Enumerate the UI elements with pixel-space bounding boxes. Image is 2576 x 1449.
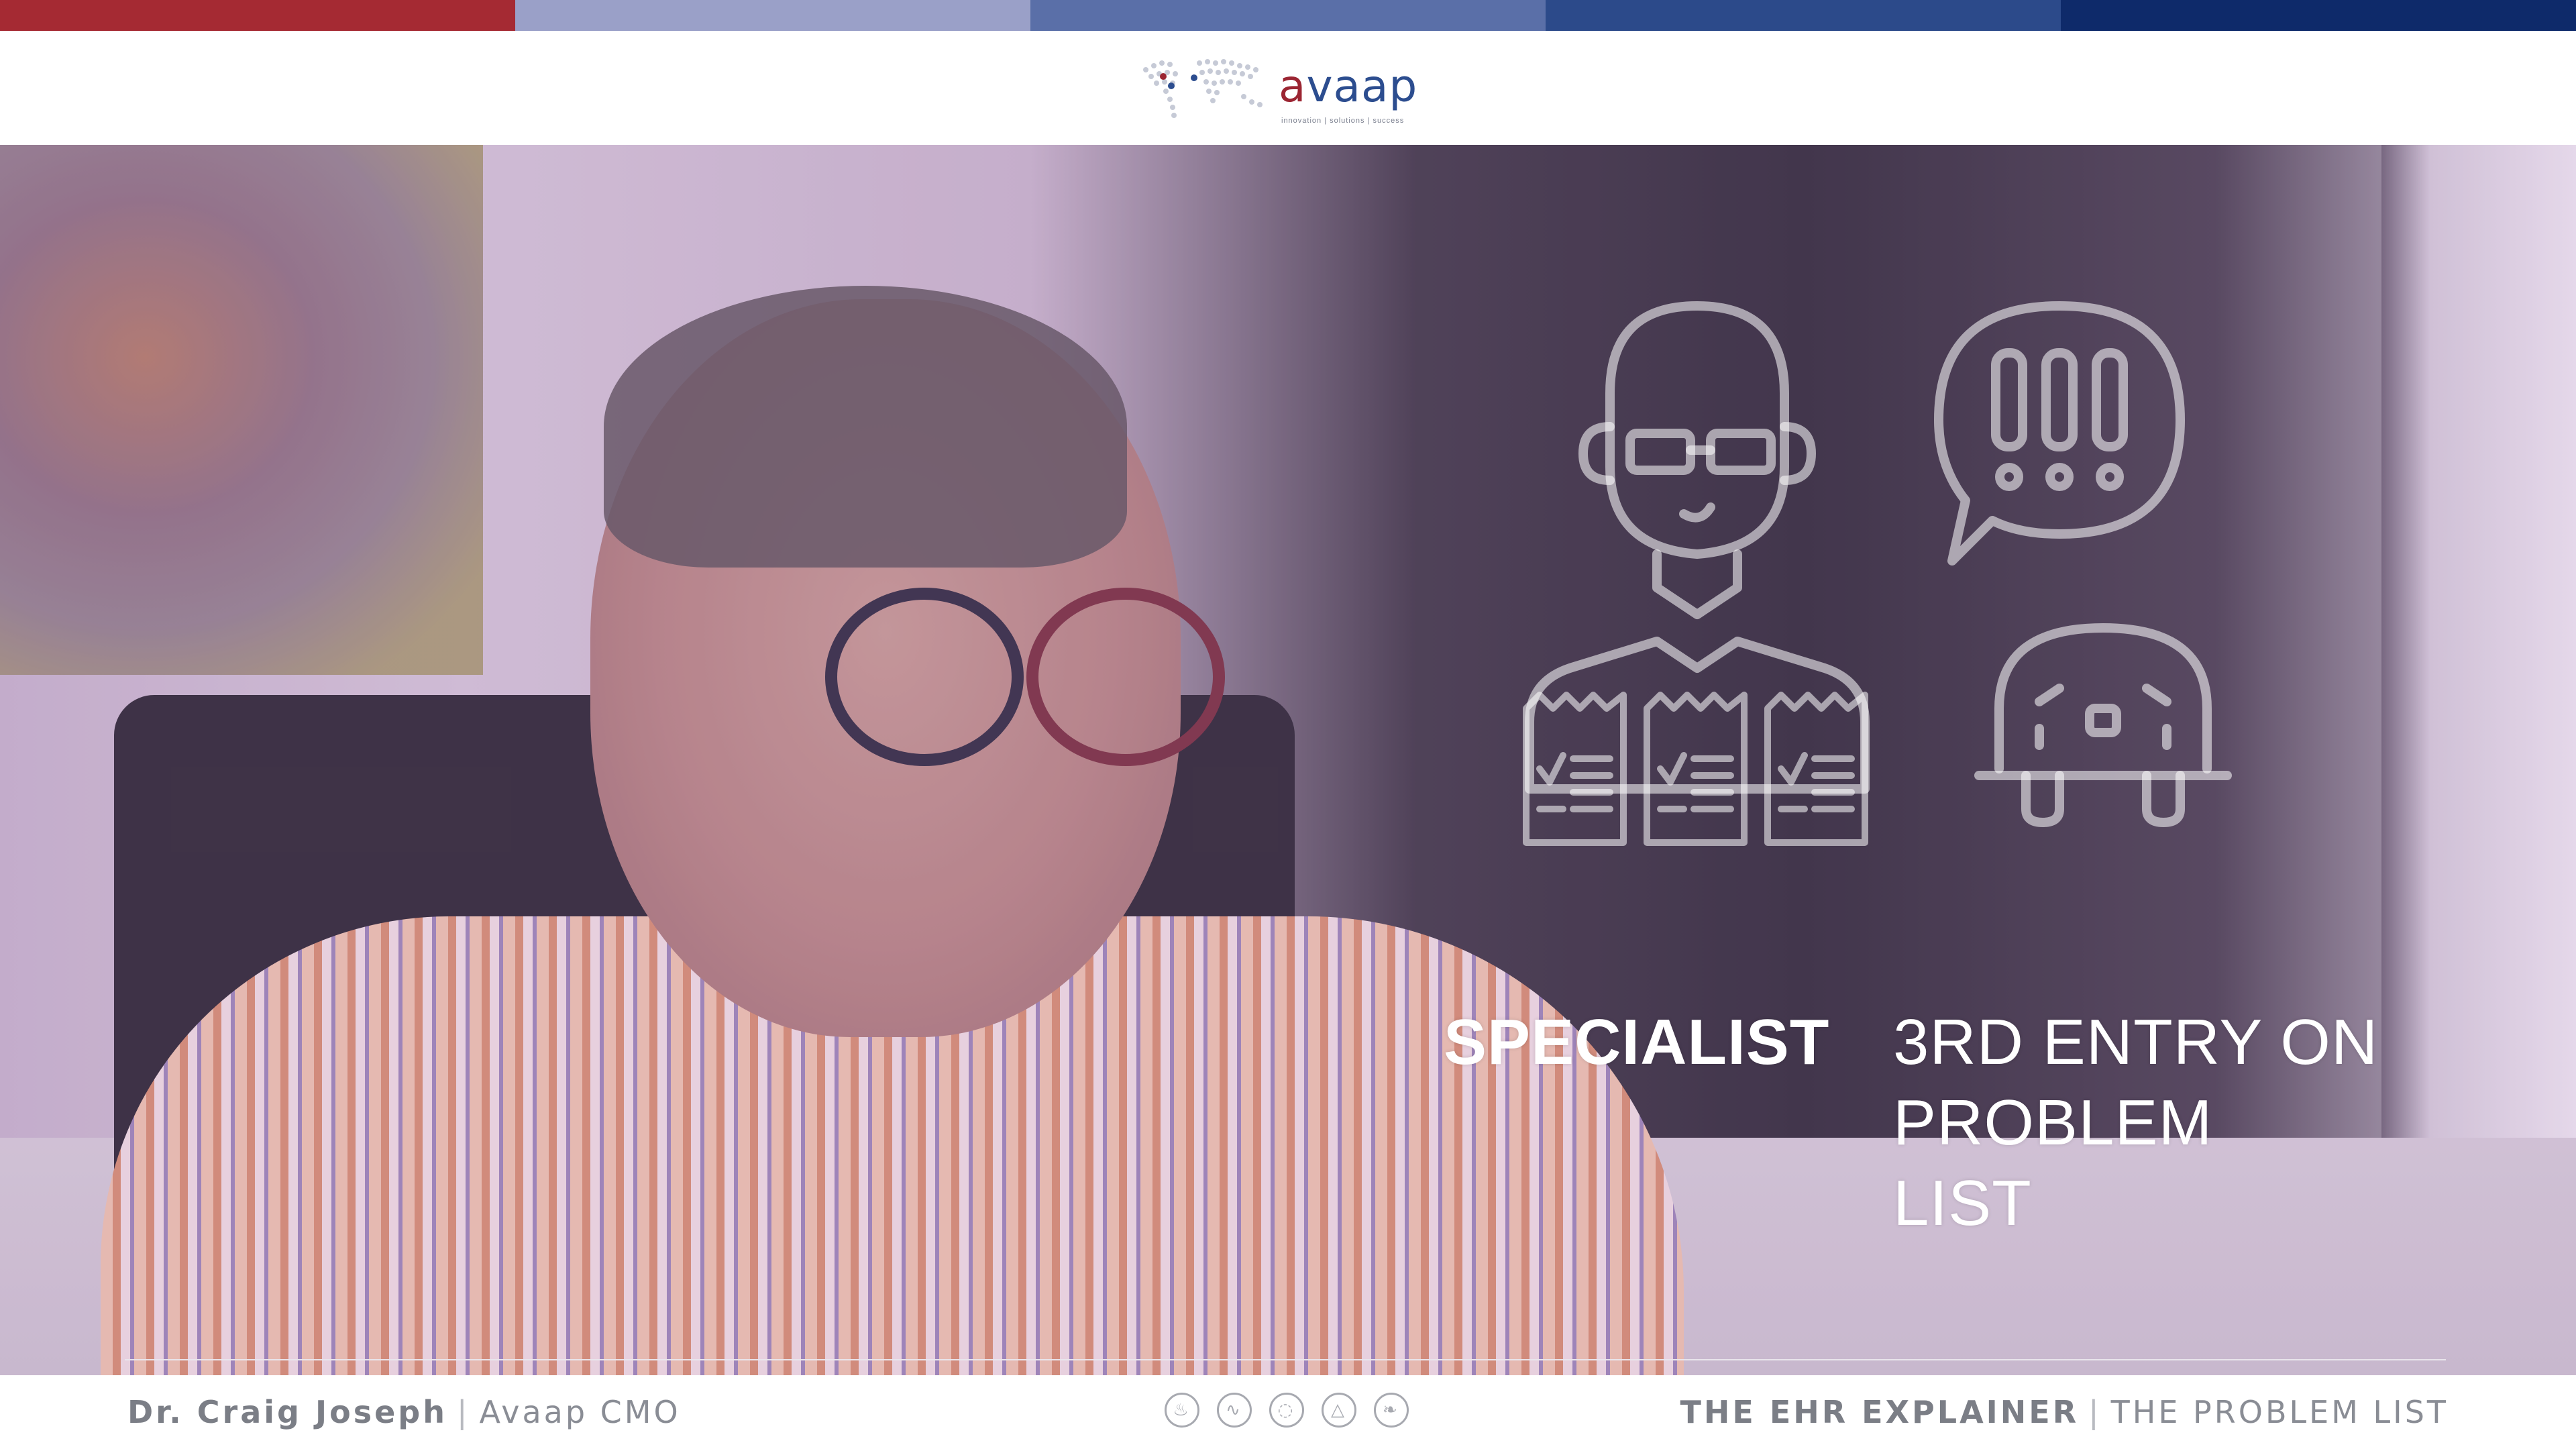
drop-icon: △ xyxy=(1322,1393,1356,1428)
entry-line-3: LIST xyxy=(1893,1167,2032,1239)
speaker-role: Avaap CMO xyxy=(479,1394,681,1430)
episode-title: THE PROBLEM LIST xyxy=(2110,1394,2449,1430)
footer-divider xyxy=(125,1359,2446,1360)
world-map-icon xyxy=(1143,59,1263,118)
logo-tagline: innovation | solutions | success xyxy=(1281,117,1405,125)
flame-icon: ♨ xyxy=(1165,1393,1199,1428)
logo-wordmark: avaap xyxy=(1279,60,1417,112)
leaf-icon: ❧ xyxy=(1374,1393,1409,1428)
avaap-logo: avaap innovation | solutions | success xyxy=(1132,43,1417,137)
entry-line-2: PROBLEM xyxy=(1893,1087,2213,1159)
footer-icon-row: ♨ ∿ ◌ △ ❧ xyxy=(1165,1393,1409,1428)
stripe-segment-3 xyxy=(1030,0,1546,31)
top-color-stripe xyxy=(0,0,2576,31)
caption-separator: | xyxy=(456,1394,470,1430)
stripe-segment-5 xyxy=(2061,0,2576,31)
circle-swirl-icon: ◌ xyxy=(1269,1393,1304,1428)
notepad-icon-3 xyxy=(1761,688,1872,849)
sad-creature-icon xyxy=(1972,614,2234,836)
logo-letter-a: a xyxy=(1279,60,1307,112)
logo-letters-rest: vaap xyxy=(1306,60,1418,112)
notepad-icon-1 xyxy=(1519,688,1630,849)
problem-list-entry-label: 3RD ENTRY ON PROBLEM LIST xyxy=(1893,1002,2443,1244)
stripe-segment-1 xyxy=(0,0,515,31)
series-separator: | xyxy=(2088,1394,2102,1430)
footer: Dr. Craig Joseph | Avaap CMO ♨ ∿ ◌ △ ❧ THE… xyxy=(0,1375,2576,1449)
speaker-name: Dr. Craig Joseph xyxy=(127,1394,447,1430)
swirl-icon: ∿ xyxy=(1217,1393,1252,1428)
speaker-caption: Dr. Craig Joseph | Avaap CMO xyxy=(127,1394,681,1430)
exclamation-speech-bubble-icon xyxy=(1925,292,2194,574)
entry-line-1: 3RD ENTRY ON xyxy=(1893,1006,2379,1078)
stripe-segment-2 xyxy=(515,0,1030,31)
stripe-segment-4 xyxy=(1546,0,2061,31)
series-title: THE EHR EXPLAINER xyxy=(1680,1394,2080,1430)
header: avaap innovation | solutions | success xyxy=(0,31,2576,145)
series-caption: THE EHR EXPLAINER | THE PROBLEM LIST xyxy=(1680,1394,2449,1430)
specialist-label: SPECIALIST xyxy=(1444,1006,1830,1078)
notepad-icon-2 xyxy=(1640,688,1751,849)
video-frame: SPECIALIST 3RD ENTRY ON PROBLEM LIST xyxy=(0,145,2576,1375)
